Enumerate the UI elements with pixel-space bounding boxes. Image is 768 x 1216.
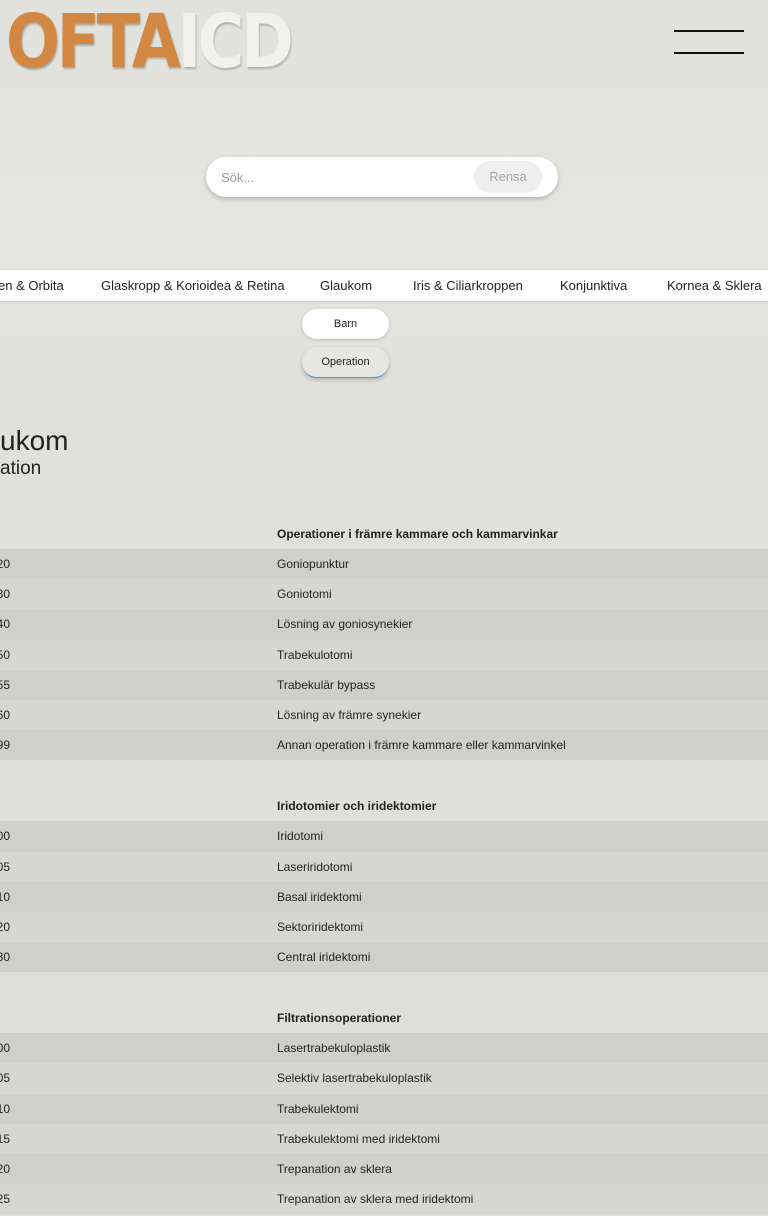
logo-text-ofta: OFTA [6, 0, 181, 85]
menu-icon[interactable] [674, 30, 744, 54]
row-code: 30 [0, 587, 10, 602]
group-title: Iridotomier och iridektomier [277, 799, 437, 814]
row-code: 25 [0, 1192, 10, 1207]
group-header: Operationer i främre kammare och kammarv… [0, 519, 768, 549]
code-group: Operationer i främre kammare och kammarv… [0, 519, 768, 761]
row-description: Goniotomi [277, 587, 332, 602]
row-description: Trepanation av sklera med iridektomi [277, 1192, 474, 1207]
category-item-glaukom[interactable]: Glaukom [320, 270, 372, 301]
table-row[interactable]: 05 Laseriridotomi [0, 851, 768, 882]
row-description: Trabekulektomi [277, 1101, 359, 1116]
search-input[interactable] [221, 167, 461, 187]
category-nav: en & Orbita Glaskropp & Korioidea & Reti… [0, 270, 768, 301]
menu-icon-line [674, 52, 744, 54]
code-table: Operationer i främre kammare och kammarv… [0, 519, 768, 1215]
table-row[interactable]: 05 Selektiv lasertrabekuloplastik [0, 1063, 768, 1094]
row-code: 50 [0, 647, 10, 662]
table-row[interactable]: 30 Central iridektomi [0, 942, 768, 973]
row-code: 60 [0, 707, 10, 722]
row-description: Lasertrabekuloplastik [277, 1041, 391, 1056]
table-row[interactable]: 15 Trabekulektomi med iridektomi [0, 1123, 768, 1154]
row-code: 99 [0, 738, 10, 753]
row-description: Annan operation i främre kammare eller k… [277, 738, 566, 753]
row-description: Central iridektomi [277, 950, 371, 965]
group-header: Iridotomier och iridektomier [0, 791, 768, 821]
row-description: Laseriridotomi [277, 859, 353, 874]
table-row[interactable]: 10 Basal iridektomi [0, 881, 768, 912]
row-description: Trabekulär bypass [277, 677, 376, 692]
table-row[interactable]: 20 Sektoriridektomi [0, 911, 768, 943]
row-code: 10 [0, 1101, 10, 1116]
row-code: 15 [0, 1131, 10, 1146]
menu-icon-line [674, 30, 744, 32]
row-code: 40 [0, 617, 10, 632]
category-item-glaskropp[interactable]: Glaskropp & Korioidea & Retina [101, 270, 285, 301]
table-row[interactable]: 60 Lösning av främre synekier [0, 699, 768, 731]
category-item-iris[interactable]: Iris & Ciliarkroppen [413, 270, 523, 301]
clear-button[interactable]: Rensa [474, 161, 542, 193]
category-item-kornea[interactable]: Kornea & Sklera [667, 270, 762, 301]
row-code: 30 [0, 950, 10, 965]
row-description: Goniopunktur [277, 557, 350, 571]
row-code: 20 [0, 557, 10, 571]
table-row[interactable]: 00 Iridotomi [0, 821, 768, 852]
table-row[interactable]: 99 Annan operation i främre kammare eller… [0, 730, 768, 761]
row-description: Basal iridektomi [277, 889, 362, 904]
row-code: 05 [0, 1071, 10, 1086]
row-code: 05 [0, 859, 10, 874]
category-item-konjunktiva[interactable]: Konjunktiva [560, 270, 627, 301]
row-code: 20 [0, 919, 10, 934]
page-subtitle: ation [0, 458, 42, 479]
row-code: 55 [0, 677, 10, 692]
group-header: Filtrationsoperationer [0, 1003, 768, 1033]
table-row[interactable]: 00 Lasertrabekuloplastik [0, 1033, 768, 1064]
row-description: Lösning av goniosynekier [277, 617, 413, 632]
row-description: Trepanation av sklera [277, 1162, 392, 1176]
group-title: Filtrationsoperationer [277, 1011, 402, 1026]
table-row[interactable]: 20 Trepanation av sklera [0, 1154, 768, 1185]
table-row[interactable]: 10 Trabekulektomi [0, 1093, 768, 1124]
row-description: Sektoriridektomi [277, 919, 364, 934]
page-title: ukom [0, 425, 69, 456]
subcategory-pill-operation[interactable]: Operation [302, 347, 389, 378]
logo[interactable]: OFTA ICD [6, 0, 294, 85]
row-description: Trabekulotomi [277, 647, 353, 662]
table-row[interactable]: 50 Trabekulotomi [0, 639, 768, 670]
row-code: 20 [0, 1162, 10, 1176]
row-description: Selektiv lasertrabekuloplastik [277, 1071, 432, 1086]
search-bar: Rensa [206, 157, 558, 197]
row-code: 10 [0, 889, 10, 904]
row-description: Lösning av främre synekier [277, 707, 422, 722]
table-row[interactable]: 30 Goniotomi [0, 579, 768, 610]
row-code: 00 [0, 829, 10, 844]
code-group: Iridotomier och iridektomier 00 Iridotomi… [0, 791, 768, 973]
table-row[interactable]: 40 Lösning av goniosynekier [0, 609, 768, 640]
subcategory-pill-barn[interactable]: Barn [302, 309, 389, 339]
row-description: Iridotomi [277, 829, 324, 844]
table-row[interactable]: 25 Trepanation av sklera med iridektomi [0, 1184, 768, 1215]
group-title: Operationer i främre kammare och kammarv… [277, 527, 558, 541]
category-item-orbita[interactable]: en & Orbita [0, 270, 64, 301]
table-row[interactable]: 55 Trabekulär bypass [0, 669, 768, 700]
logo-text-icd: ICD [177, 0, 294, 85]
code-group: Filtrationsoperationer 00 Lasertrabekulop… [0, 1003, 768, 1215]
table-row[interactable]: 20 Goniopunktur [0, 549, 768, 580]
row-description: Trabekulektomi med iridektomi [277, 1131, 440, 1146]
row-code: 00 [0, 1041, 10, 1056]
